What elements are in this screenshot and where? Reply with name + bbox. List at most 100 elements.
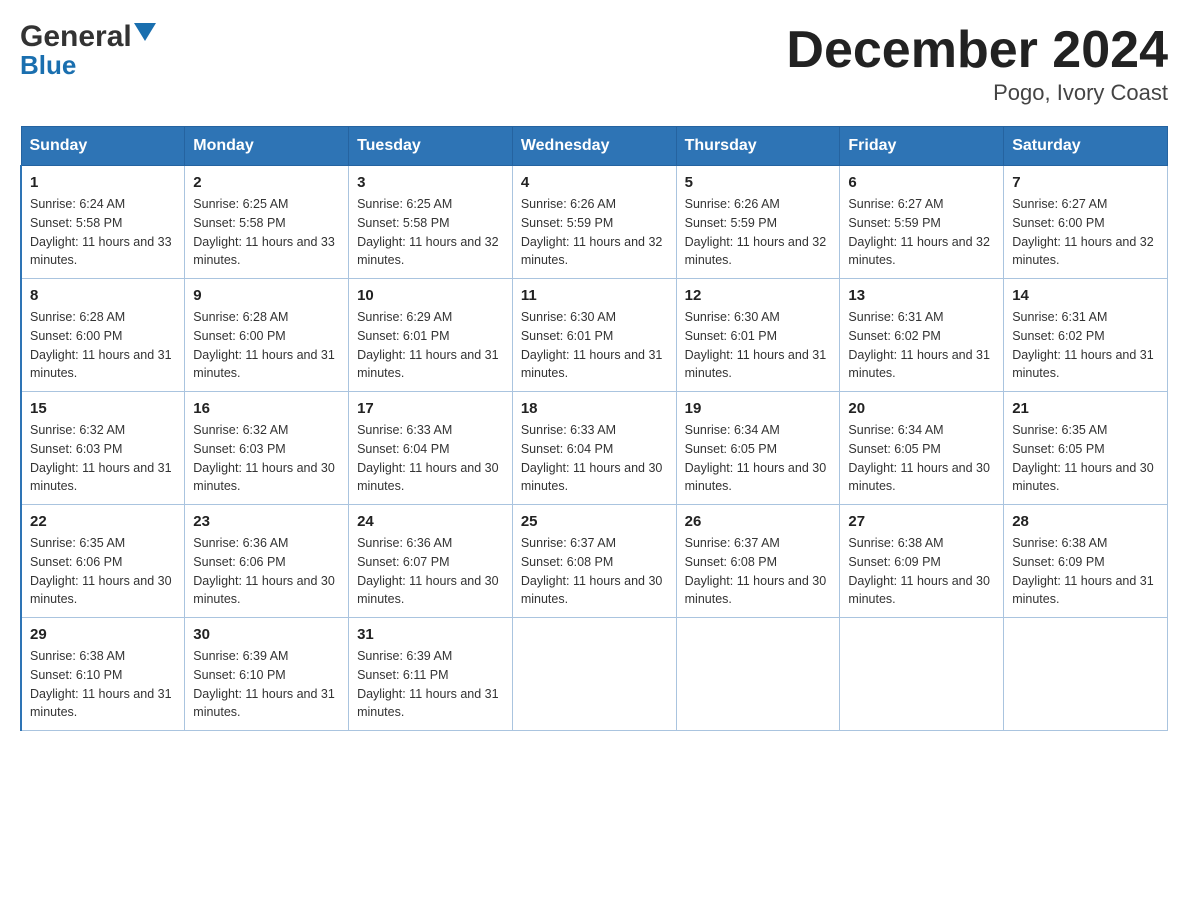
day-number: 18 — [521, 400, 668, 417]
day-number: 20 — [848, 400, 995, 417]
day-number: 5 — [685, 174, 832, 191]
day-number: 6 — [848, 174, 995, 191]
calendar-table: SundayMondayTuesdayWednesdayThursdayFrid… — [20, 126, 1168, 731]
calendar-week-row: 15 Sunrise: 6:32 AMSunset: 6:03 PMDayligh… — [21, 392, 1168, 505]
calendar-day-cell: 1 Sunrise: 6:24 AMSunset: 5:58 PMDaylight… — [21, 166, 185, 279]
page-header: General Blue December 2024 Pogo, Ivory C… — [20, 20, 1168, 106]
calendar-day-cell: 31 Sunrise: 6:39 AMSunset: 6:11 PMDayligh… — [349, 618, 513, 731]
day-info: Sunrise: 6:33 AMSunset: 6:04 PMDaylight:… — [357, 421, 504, 496]
calendar-day-cell: 20 Sunrise: 6:34 AMSunset: 6:05 PMDayligh… — [840, 392, 1004, 505]
day-info: Sunrise: 6:28 AMSunset: 6:00 PMDaylight:… — [30, 308, 176, 383]
day-number: 13 — [848, 287, 995, 304]
day-number: 10 — [357, 287, 504, 304]
day-info: Sunrise: 6:27 AMSunset: 5:59 PMDaylight:… — [848, 195, 995, 270]
calendar-empty-cell — [676, 618, 840, 731]
day-info: Sunrise: 6:38 AMSunset: 6:09 PMDaylight:… — [848, 534, 995, 609]
calendar-empty-cell — [512, 618, 676, 731]
column-header-saturday: Saturday — [1004, 127, 1168, 166]
calendar-day-cell: 23Sunrise: 6:36 AMSunset: 6:06 PMDayligh… — [185, 505, 349, 618]
day-number: 16 — [193, 400, 340, 417]
day-info: Sunrise: 6:30 AMSunset: 6:01 PMDaylight:… — [521, 308, 668, 383]
column-header-monday: Monday — [185, 127, 349, 166]
day-number: 3 — [357, 174, 504, 191]
calendar-week-row: 8 Sunrise: 6:28 AMSunset: 6:00 PMDaylight… — [21, 279, 1168, 392]
day-number: 1 — [30, 174, 176, 191]
page-subtitle: Pogo, Ivory Coast — [786, 80, 1168, 106]
day-number: 31 — [357, 626, 504, 643]
day-info: Sunrise: 6:39 AMSunset: 6:10 PMDaylight:… — [193, 647, 340, 722]
title-block: December 2024 Pogo, Ivory Coast — [786, 20, 1168, 106]
calendar-day-cell: 5 Sunrise: 6:26 AMSunset: 5:59 PMDaylight… — [676, 166, 840, 279]
day-number: 21 — [1012, 400, 1159, 417]
day-info: Sunrise: 6:31 AMSunset: 6:02 PMDaylight:… — [1012, 308, 1159, 383]
day-number: 14 — [1012, 287, 1159, 304]
calendar-week-row: 22 Sunrise: 6:35 AMSunset: 6:06 PMDayligh… — [21, 505, 1168, 618]
day-info: Sunrise: 6:34 AMSunset: 6:05 PMDaylight:… — [685, 421, 832, 496]
column-header-wednesday: Wednesday — [512, 127, 676, 166]
calendar-day-cell: 10 Sunrise: 6:29 AMSunset: 6:01 PMDayligh… — [349, 279, 513, 392]
page-title: December 2024 — [786, 20, 1168, 80]
day-info: Sunrise: 6:27 AMSunset: 6:00 PMDaylight:… — [1012, 195, 1159, 270]
calendar-empty-cell — [840, 618, 1004, 731]
day-number: 2 — [193, 174, 340, 191]
day-info: Sunrise: 6:39 AMSunset: 6:11 PMDaylight:… — [357, 647, 504, 722]
day-info: Sunrise: 6:37 AMSunset: 6:08 PMDaylight:… — [521, 534, 668, 609]
calendar-week-row: 1 Sunrise: 6:24 AMSunset: 5:58 PMDaylight… — [21, 166, 1168, 279]
calendar-day-cell: 28 Sunrise: 6:38 AMSunset: 6:09 PMDayligh… — [1004, 505, 1168, 618]
day-number: 8 — [30, 287, 176, 304]
calendar-day-cell: 12Sunrise: 6:30 AMSunset: 6:01 PMDayligh… — [676, 279, 840, 392]
day-info: Sunrise: 6:26 AMSunset: 5:59 PMDaylight:… — [521, 195, 668, 270]
calendar-week-row: 29Sunrise: 6:38 AMSunset: 6:10 PMDayligh… — [21, 618, 1168, 731]
day-info: Sunrise: 6:29 AMSunset: 6:01 PMDaylight:… — [357, 308, 504, 383]
day-info: Sunrise: 6:25 AMSunset: 5:58 PMDaylight:… — [357, 195, 504, 270]
calendar-day-cell: 16 Sunrise: 6:32 AMSunset: 6:03 PMDayligh… — [185, 392, 349, 505]
day-info: Sunrise: 6:36 AMSunset: 6:07 PMDaylight:… — [357, 534, 504, 609]
day-info: Sunrise: 6:26 AMSunset: 5:59 PMDaylight:… — [685, 195, 832, 270]
calendar-header-row: SundayMondayTuesdayWednesdayThursdayFrid… — [21, 127, 1168, 166]
day-info: Sunrise: 6:38 AMSunset: 6:09 PMDaylight:… — [1012, 534, 1159, 609]
logo-arrow-icon — [134, 23, 156, 43]
day-info: Sunrise: 6:37 AMSunset: 6:08 PMDaylight:… — [685, 534, 832, 609]
calendar-day-cell: 27Sunrise: 6:38 AMSunset: 6:09 PMDayligh… — [840, 505, 1004, 618]
calendar-day-cell: 9Sunrise: 6:28 AMSunset: 6:00 PMDaylight… — [185, 279, 349, 392]
calendar-empty-cell — [1004, 618, 1168, 731]
calendar-day-cell: 18 Sunrise: 6:33 AMSunset: 6:04 PMDayligh… — [512, 392, 676, 505]
calendar-day-cell: 19 Sunrise: 6:34 AMSunset: 6:05 PMDayligh… — [676, 392, 840, 505]
calendar-day-cell: 15 Sunrise: 6:32 AMSunset: 6:03 PMDayligh… — [21, 392, 185, 505]
logo-blue-text: Blue — [20, 50, 76, 81]
calendar-day-cell: 3 Sunrise: 6:25 AMSunset: 5:58 PMDaylight… — [349, 166, 513, 279]
day-info: Sunrise: 6:33 AMSunset: 6:04 PMDaylight:… — [521, 421, 668, 496]
day-info: Sunrise: 6:32 AMSunset: 6:03 PMDaylight:… — [193, 421, 340, 496]
column-header-tuesday: Tuesday — [349, 127, 513, 166]
day-number: 15 — [30, 400, 176, 417]
day-info: Sunrise: 6:32 AMSunset: 6:03 PMDaylight:… — [30, 421, 176, 496]
column-header-thursday: Thursday — [676, 127, 840, 166]
calendar-day-cell: 30 Sunrise: 6:39 AMSunset: 6:10 PMDayligh… — [185, 618, 349, 731]
day-number: 28 — [1012, 513, 1159, 530]
calendar-day-cell: 29Sunrise: 6:38 AMSunset: 6:10 PMDayligh… — [21, 618, 185, 731]
calendar-day-cell: 6 Sunrise: 6:27 AMSunset: 5:59 PMDaylight… — [840, 166, 1004, 279]
day-number: 7 — [1012, 174, 1159, 191]
column-header-sunday: Sunday — [21, 127, 185, 166]
calendar-day-cell: 11Sunrise: 6:30 AMSunset: 6:01 PMDayligh… — [512, 279, 676, 392]
calendar-day-cell: 4Sunrise: 6:26 AMSunset: 5:59 PMDaylight… — [512, 166, 676, 279]
calendar-day-cell: 21Sunrise: 6:35 AMSunset: 6:05 PMDayligh… — [1004, 392, 1168, 505]
column-header-friday: Friday — [840, 127, 1004, 166]
day-number: 26 — [685, 513, 832, 530]
day-info: Sunrise: 6:28 AMSunset: 6:00 PMDaylight:… — [193, 308, 340, 383]
day-number: 29 — [30, 626, 176, 643]
day-number: 17 — [357, 400, 504, 417]
day-info: Sunrise: 6:34 AMSunset: 6:05 PMDaylight:… — [848, 421, 995, 496]
calendar-day-cell: 26 Sunrise: 6:37 AMSunset: 6:08 PMDayligh… — [676, 505, 840, 618]
calendar-day-cell: 17 Sunrise: 6:33 AMSunset: 6:04 PMDayligh… — [349, 392, 513, 505]
day-info: Sunrise: 6:35 AMSunset: 6:06 PMDaylight:… — [30, 534, 176, 609]
day-info: Sunrise: 6:31 AMSunset: 6:02 PMDaylight:… — [848, 308, 995, 383]
logo: General Blue — [20, 20, 156, 81]
day-info: Sunrise: 6:24 AMSunset: 5:58 PMDaylight:… — [30, 195, 176, 270]
day-number: 19 — [685, 400, 832, 417]
day-number: 30 — [193, 626, 340, 643]
day-number: 25 — [521, 513, 668, 530]
day-number: 22 — [30, 513, 176, 530]
calendar-day-cell: 2Sunrise: 6:25 AMSunset: 5:58 PMDaylight… — [185, 166, 349, 279]
calendar-day-cell: 22 Sunrise: 6:35 AMSunset: 6:06 PMDayligh… — [21, 505, 185, 618]
